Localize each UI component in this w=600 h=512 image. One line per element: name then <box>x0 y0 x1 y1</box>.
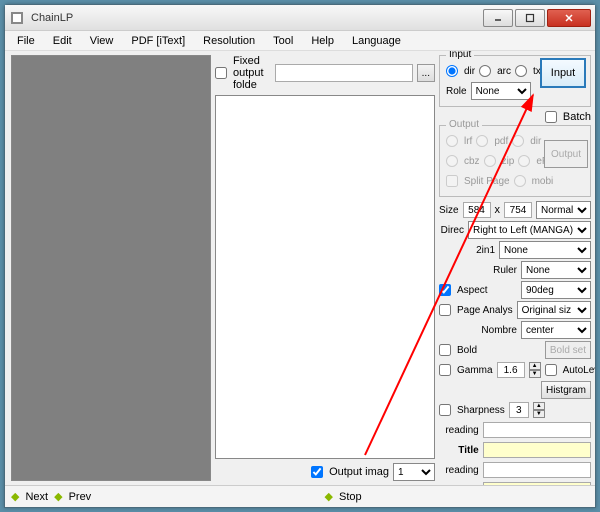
menu-resolution[interactable]: Resolution <box>195 33 263 49</box>
direction-select[interactable]: Right to Left (MANGA) <box>468 221 591 239</box>
output-image-label: Output imag <box>329 466 389 478</box>
browse-button[interactable]: ... <box>417 64 435 82</box>
preview-pane <box>11 55 211 481</box>
menubar: File Edit View PDF [iText] Resolution To… <box>5 31 595 51</box>
split-page-checkbox <box>446 175 458 187</box>
gamma-value[interactable] <box>497 362 525 378</box>
out-mobi-radio <box>514 175 526 187</box>
twoin1-select[interactable]: None <box>499 241 591 259</box>
prev-icon: ◆ <box>54 490 62 503</box>
close-button[interactable] <box>547 9 591 27</box>
fixed-output-checkbox[interactable] <box>215 67 227 79</box>
size-preset[interactable]: Normal <box>536 201 591 219</box>
minimize-button[interactable] <box>483 9 513 27</box>
menu-language[interactable]: Language <box>344 33 409 49</box>
app-window: ChainLP File Edit View PDF [iText] Resol… <box>4 4 596 508</box>
menu-help[interactable]: Help <box>303 33 342 49</box>
bold-set-button: Bold set <box>545 341 591 359</box>
stop-button[interactable]: Stop <box>339 491 362 503</box>
input-dir-radio[interactable] <box>446 65 458 77</box>
out-cbz-radio <box>446 155 458 167</box>
ruler-select[interactable]: None <box>521 261 591 279</box>
sharpness-checkbox[interactable] <box>439 404 451 416</box>
size-w[interactable] <box>463 202 491 218</box>
fixed-output-label: Fixed output folde <box>233 55 271 91</box>
prev-button[interactable]: Prev <box>69 491 92 503</box>
out-dir-radio <box>512 135 524 147</box>
batch-checkbox[interactable] <box>545 111 557 123</box>
titlebar: ChainLP <box>5 5 595 31</box>
out-lrf-radio <box>446 135 458 147</box>
gamma-checkbox[interactable] <box>439 364 451 376</box>
stop-icon: ◆ <box>325 490 333 503</box>
page-analysis-checkbox[interactable] <box>439 304 451 316</box>
output-group: Output lrf pdf dir cbz zip ePub Split Pa… <box>439 125 591 197</box>
output-image-checkbox[interactable] <box>311 466 323 478</box>
bold-checkbox[interactable] <box>439 344 451 356</box>
output-image-select[interactable]: 1 <box>393 463 435 481</box>
sharp-up[interactable]: ▲ <box>533 402 545 410</box>
statusbar: ◆ Next ◆ Prev ◆ Stop <box>5 485 595 507</box>
autolevel-checkbox[interactable] <box>545 364 557 376</box>
size-h[interactable] <box>504 202 532 218</box>
author-reading-field[interactable] <box>483 462 591 478</box>
out-epub-radio <box>518 155 530 167</box>
menu-file[interactable]: File <box>9 33 43 49</box>
aspect-checkbox[interactable] <box>439 284 451 296</box>
input-legend: Input <box>446 51 474 60</box>
histogram-button[interactable]: Histgram <box>541 381 591 399</box>
menu-tool[interactable]: Tool <box>265 33 301 49</box>
nombre-select[interactable]: center <box>521 321 591 339</box>
input-txt-radio[interactable] <box>515 65 527 77</box>
menu-view[interactable]: View <box>82 33 122 49</box>
page-analysis-select[interactable]: Original siz <box>517 301 591 319</box>
file-list[interactable] <box>215 95 435 459</box>
sharpness-value[interactable] <box>509 402 529 418</box>
output-button: Output <box>544 140 588 168</box>
input-arc-radio[interactable] <box>479 65 491 77</box>
gamma-up[interactable]: ▲ <box>529 362 541 370</box>
fixed-output-path[interactable] <box>275 64 413 82</box>
output-legend: Output <box>446 119 482 130</box>
role-label: Role <box>446 86 467 97</box>
out-zip-radio <box>484 155 496 167</box>
app-icon <box>9 10 25 26</box>
title-field[interactable] <box>483 442 591 458</box>
menu-edit[interactable]: Edit <box>45 33 80 49</box>
title-reading-field[interactable] <box>483 422 591 438</box>
gamma-down[interactable]: ▼ <box>529 370 541 378</box>
input-button[interactable]: Input <box>540 58 586 88</box>
role-select[interactable]: None <box>471 82 531 100</box>
file-list-pane: Fixed output folde ... Output imag 1 <box>215 55 435 481</box>
maximize-button[interactable] <box>515 9 545 27</box>
sharp-down[interactable]: ▼ <box>533 410 545 418</box>
menu-pdf[interactable]: PDF [iText] <box>123 33 193 49</box>
settings-pane: Input dir arc txt Role None Input Batch … <box>437 51 595 485</box>
next-icon: ◆ <box>11 490 19 503</box>
input-group: Input dir arc txt Role None Input <box>439 55 591 107</box>
window-title: ChainLP <box>31 12 483 24</box>
next-button[interactable]: Next <box>25 491 48 503</box>
out-pdf-radio <box>476 135 488 147</box>
aspect-select[interactable]: 90deg <box>521 281 591 299</box>
